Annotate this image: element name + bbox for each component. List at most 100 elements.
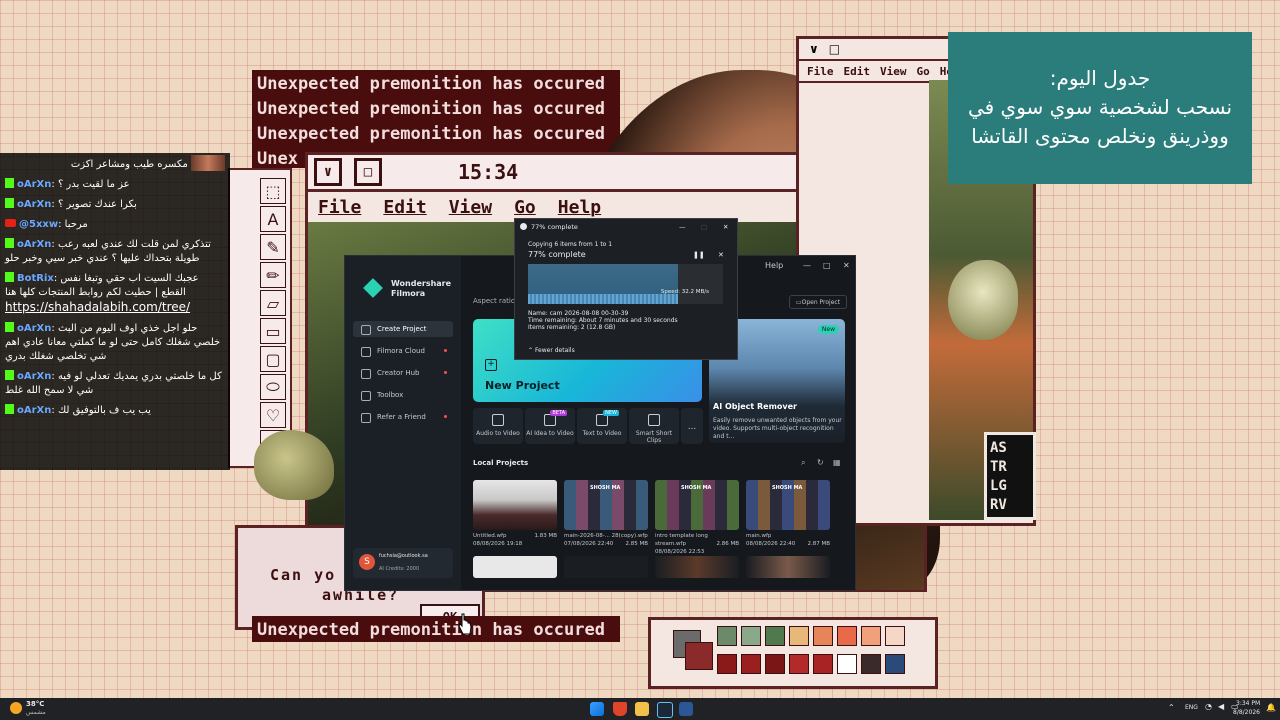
project-thumbnail[interactable] [564, 556, 648, 578]
user-account-card[interactable]: S fuchsia@outlook.sa AI Credits: 2000 [353, 548, 453, 578]
thumbnail-text: SHOSH MA [772, 485, 803, 491]
youtube-icon [5, 219, 16, 227]
copy-details: Name: cam 2026-08-08 00-30-39 Time remai… [528, 310, 678, 331]
retro-menu-file: File [318, 196, 362, 218]
project-date: 08/08/2026 22:53 [655, 549, 705, 555]
chat-link[interactable]: https://shahadalabih.com/tree/ [5, 300, 190, 314]
clock-time[interactable]: 3:34 PM [1236, 700, 1260, 707]
tool-ai-idea-to-video[interactable]: BETA AI Idea to Video [525, 408, 575, 444]
nav-toolbox[interactable]: Toolbox [353, 387, 453, 403]
weather-temp[interactable]: 38°C [26, 700, 44, 708]
logo-line: RV [990, 497, 1007, 513]
hub-icon [361, 369, 371, 379]
project-thumbnail[interactable]: SHOSH MA [746, 480, 830, 530]
filmora-logo-icon [363, 278, 383, 298]
chat-message: oArXn: يب يب ف بالتوفيق لك [5, 404, 225, 418]
tool-smart-short-clips[interactable]: Smart Short Clips [629, 408, 679, 444]
round-rect-tool-icon: ▢ [260, 346, 286, 372]
more-tools-button[interactable]: ... [681, 408, 703, 444]
new-badge: NEW [603, 410, 619, 416]
steam-icon[interactable] [657, 702, 673, 718]
notification-bell-icon[interactable]: 🔔 [1266, 703, 1276, 712]
nav-filmora-cloud[interactable]: Filmora Cloud [353, 343, 453, 359]
palette-swatch [741, 626, 761, 646]
nav-refer-friend[interactable]: Refer a Friend [353, 409, 453, 425]
project-thumbnail[interactable]: SHOSH MA [564, 480, 648, 530]
palette-swatch [789, 626, 809, 646]
chevron-up-icon[interactable]: ⌃ [1168, 703, 1175, 712]
palette-swatch [813, 626, 833, 646]
grid-view-icon[interactable]: ▦ [833, 458, 841, 467]
nav-creator-hub[interactable]: Creator Hub [353, 365, 453, 381]
nav-label: Toolbox [377, 391, 404, 399]
notification-dot [444, 349, 447, 352]
app-icon[interactable] [679, 702, 693, 716]
language-indicator[interactable]: ENG [1185, 704, 1198, 711]
chat-username: oArXn [17, 371, 52, 382]
brave-browser-icon[interactable] [613, 702, 627, 716]
eraser-tool-icon: ▱ [260, 290, 286, 316]
nav-label: Creator Hub [377, 369, 420, 377]
audio-icon [492, 414, 504, 426]
clock-date[interactable]: 8/8/2026 [1233, 709, 1260, 716]
copy-time-remaining: Time remaining: About 7 minutes and 30 s… [528, 317, 678, 324]
copy-dialog-titlebar: 77% complete — □ ✕ [515, 219, 737, 235]
project-thumbnail[interactable] [473, 556, 557, 578]
help-menu[interactable]: Help [765, 261, 783, 270]
logo-line: TR [990, 459, 1007, 475]
minimize-icon[interactable]: — [679, 223, 686, 231]
file-explorer-icon[interactable] [635, 702, 649, 716]
close-icon[interactable]: ✕ [723, 223, 728, 231]
tool-label: Smart Short Clips [635, 430, 673, 444]
tool-audio-to-video[interactable]: Audio to Video [473, 408, 523, 444]
retro-menu-view: View [448, 196, 493, 218]
project-caption: main.wfp 08/08/2026 22:40 2.87 MB [746, 532, 830, 548]
tool-label: Audio to Video [476, 430, 520, 437]
create-icon [361, 325, 371, 335]
project-thumbnail[interactable] [473, 480, 557, 530]
aspect-ratio-label: Aspect ratio: [473, 297, 518, 305]
project-name: main-2026-08-... 28(copy).wfp [564, 533, 648, 539]
fewer-details-label: Fewer details [534, 347, 575, 354]
open-project-button[interactable]: ▭ Open Project [789, 295, 847, 309]
right-menu-view: View [880, 64, 907, 78]
local-projects-heading: Local Projects [473, 459, 529, 467]
palette-swatch [861, 626, 881, 646]
kick-icon [5, 198, 14, 208]
daily-schedule-panel: جدول اليوم: نسحب لشخصية سوي سوي في ووذري… [948, 32, 1252, 184]
project-thumbnail[interactable] [746, 556, 830, 578]
refresh-icon[interactable]: ↻ [817, 458, 824, 467]
premonition-line: Unexpected premonition has occured [257, 620, 605, 640]
chat-message-text: مرحبا [64, 219, 88, 230]
chat-message: BotRix: عجبك السيت اب حقي وتبغا نفس القط… [5, 272, 199, 314]
chevron-down-icon: ∨ [314, 158, 342, 186]
kick-icon [5, 238, 14, 248]
search-icon[interactable]: ⌕ [801, 458, 805, 468]
nav-create-project[interactable]: Create Project [353, 321, 453, 337]
chat-message: oArXn: عز ما لقيت بدر ؟ [5, 178, 225, 192]
cancel-icon[interactable]: ✕ [718, 251, 724, 259]
copy-speed: Speed: 32.2 MB/s [660, 289, 709, 295]
transfer-speed-graph: Speed: 32.2 MB/s [528, 264, 723, 304]
close-icon[interactable]: ✕ [843, 261, 850, 270]
weather-sun-icon[interactable] [10, 702, 22, 714]
weather-desc[interactable]: مشمس [26, 709, 46, 716]
right-menu-edit: Edit [843, 64, 871, 78]
project-thumbnail[interactable]: SHOSH MA [655, 480, 739, 530]
fewer-details-button[interactable]: ⌃ Fewer details [528, 347, 575, 354]
schedule-title: جدول اليوم: [1049, 66, 1151, 90]
wifi-icon[interactable]: ◔ [1205, 702, 1212, 711]
minimize-icon[interactable]: — [803, 261, 811, 270]
pause-icon[interactable]: ❚❚ [693, 251, 705, 259]
project-thumbnail[interactable] [655, 556, 739, 578]
windows-start-icon[interactable] [590, 702, 604, 716]
maximize-icon: □ [828, 42, 841, 56]
chat-message: oArXn: بكرا عندك تصوير ؟ [5, 198, 225, 212]
retro-menu-help: Help [557, 196, 602, 218]
volume-icon[interactable]: ◀ [1218, 702, 1224, 711]
tool-text-to-video[interactable]: NEW Text to Video [577, 408, 627, 444]
project-caption: main-2026-08-... 28(copy).wfp 07/08/2026 … [564, 532, 648, 548]
more-icon: ... [687, 422, 697, 432]
maximize-icon[interactable]: □ [823, 261, 831, 270]
progress-icon [520, 223, 527, 230]
